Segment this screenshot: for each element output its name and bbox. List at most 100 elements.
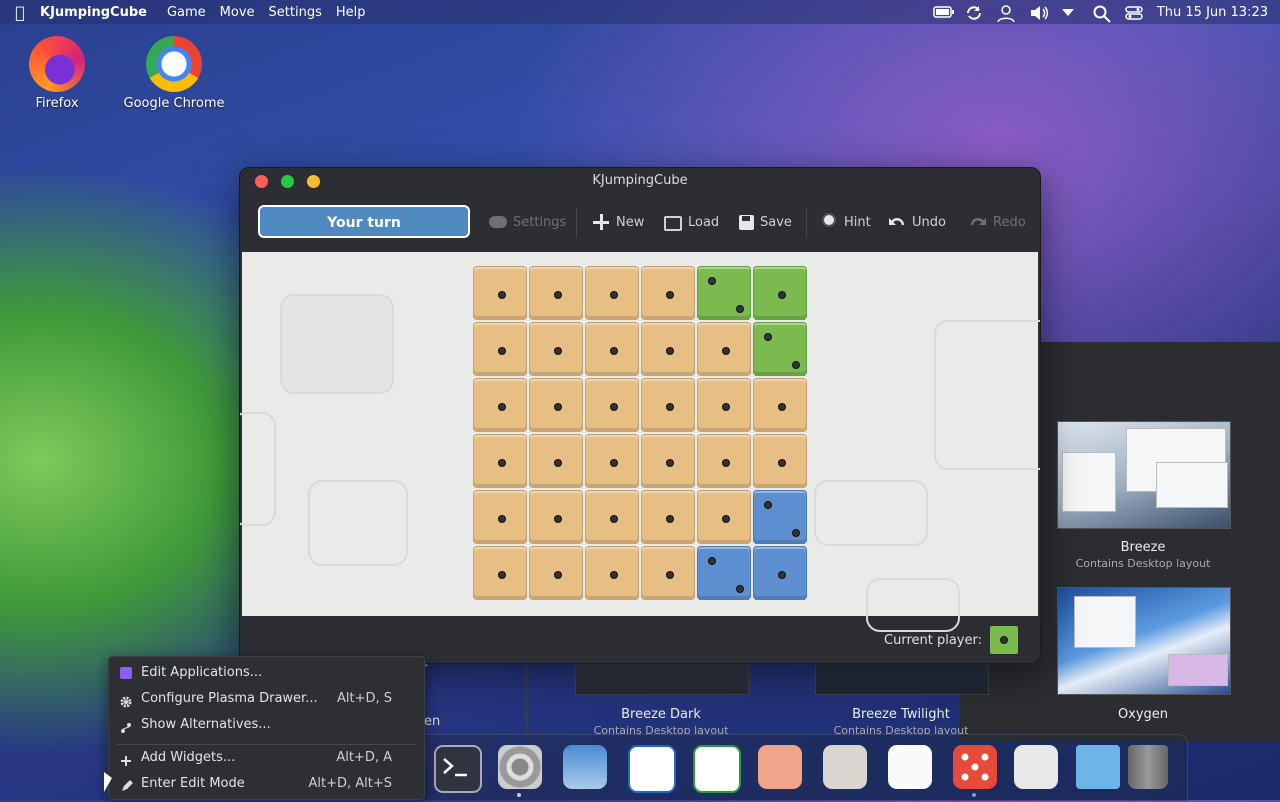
cube-cell-r1c6[interactable] [753, 266, 807, 320]
turn-indicator-button[interactable]: Your turn [258, 205, 470, 238]
chevron-down-icon[interactable] [1061, 5, 1079, 19]
dice-game-icon[interactable] [953, 745, 997, 789]
cube-cell-r6c1[interactable] [473, 546, 527, 600]
drawing-icon[interactable] [758, 745, 802, 789]
cube-cell-r4c1[interactable] [473, 434, 527, 488]
desktop-icon-firefox[interactable]: Firefox [2, 36, 112, 111]
screenshot-icon[interactable] [563, 745, 607, 789]
spreadsheet-icon[interactable] [693, 745, 741, 793]
terminal-icon[interactable] [434, 745, 482, 793]
menu-item-edit-applications[interactable]: Edit Applications... [109, 661, 424, 685]
desktop-icon-chrome[interactable]: Google Chrome [119, 36, 229, 111]
mouse-cursor [104, 772, 112, 792]
cube-cell-r6c2[interactable] [529, 546, 583, 600]
background-decoration [814, 480, 928, 546]
cube-cell-r3c1[interactable] [473, 378, 527, 432]
cube-cell-r2c4[interactable] [641, 322, 695, 376]
hint-button[interactable]: Hint [820, 210, 871, 234]
background-decoration [934, 320, 1040, 470]
load-button[interactable]: Load [664, 210, 719, 234]
cube-cell-r5c6[interactable] [753, 490, 807, 544]
text-editor-icon[interactable] [888, 745, 932, 789]
update-icon[interactable] [965, 5, 983, 20]
settings-button[interactable]: Settings [489, 210, 566, 234]
pip [764, 333, 772, 341]
pip [666, 291, 674, 299]
save-button[interactable]: Save [739, 210, 792, 234]
undo-button[interactable]: Undo [888, 210, 946, 234]
cube-cell-r1c3[interactable] [585, 266, 639, 320]
running-indicator [517, 793, 521, 797]
cube-cell-r3c3[interactable] [585, 378, 639, 432]
menu-item-configure-drawer[interactable]: Configure Plasma Drawer... Alt+D, S [109, 687, 424, 711]
cube-cell-r6c6[interactable] [753, 546, 807, 600]
menu-item-shortcut: Alt+D, A [336, 750, 392, 765]
cube-cell-r4c5[interactable] [697, 434, 751, 488]
pip [736, 585, 744, 593]
search-icon[interactable] [1093, 5, 1111, 23]
cube-cell-r2c6[interactable] [753, 322, 807, 376]
cube-cell-r5c4[interactable] [641, 490, 695, 544]
settings-icon [489, 216, 507, 228]
pip [1000, 636, 1008, 644]
menu-item-add-widgets[interactable]: Add Widgets... Alt+D, A [109, 746, 424, 770]
cube-cell-r6c3[interactable] [585, 546, 639, 600]
cube-cell-r1c1[interactable] [473, 266, 527, 320]
cube-cell-r6c5[interactable] [697, 546, 751, 600]
cube-cell-r2c3[interactable] [585, 322, 639, 376]
volume-icon[interactable] [1029, 5, 1048, 20]
theme-thumb-breeze[interactable] [1057, 421, 1231, 529]
cube-cell-r1c4[interactable] [641, 266, 695, 320]
theme-thumb-oxygen[interactable] [1057, 587, 1231, 695]
cube-cell-r3c6[interactable] [753, 378, 807, 432]
trash-icon[interactable] [1128, 745, 1168, 789]
cube-cell-r1c2[interactable] [529, 266, 583, 320]
menu-settings[interactable]: Settings [269, 5, 322, 20]
app-icon [120, 667, 132, 679]
user-icon[interactable] [997, 5, 1015, 23]
status-area: Thu 15 Jun 13:23 [933, 0, 1268, 24]
cube-cell-r4c6[interactable] [753, 434, 807, 488]
menu-item-label: Add Widgets... [141, 750, 236, 765]
menu-item-show-alternatives[interactable]: Show Alternatives... [109, 713, 424, 737]
cube-cell-r5c1[interactable] [473, 490, 527, 544]
control-center-icon[interactable] [1125, 5, 1143, 20]
window-title: KJumpingCube [592, 173, 688, 188]
menu-item-shortcut: Alt+D, Alt+S [308, 776, 392, 791]
active-app-name[interactable]: KJumpingCube [40, 5, 147, 20]
hint-label: Hint [844, 214, 871, 230]
menu-game[interactable]: Game [167, 5, 206, 20]
menu-help[interactable]: Help [336, 5, 366, 20]
cube-grid [473, 266, 807, 600]
apple-menu-icon[interactable]:  [0, 3, 40, 22]
cube-cell-r5c2[interactable] [529, 490, 583, 544]
redo-button[interactable]: Redo [969, 210, 1026, 234]
cube-cell-r5c5[interactable] [697, 490, 751, 544]
calculator-icon[interactable] [1014, 745, 1058, 789]
pip [736, 305, 744, 313]
cube-cell-r3c4[interactable] [641, 378, 695, 432]
cube-cell-r2c5[interactable] [697, 322, 751, 376]
writer-icon[interactable] [628, 745, 676, 793]
cube-cell-r4c2[interactable] [529, 434, 583, 488]
cube-cell-r2c2[interactable] [529, 322, 583, 376]
chrome-icon [146, 36, 202, 92]
pip [722, 459, 730, 467]
new-game-button[interactable]: New [592, 210, 644, 234]
clock[interactable]: Thu 15 Jun 13:23 [1157, 5, 1268, 20]
downloads-folder-icon[interactable] [1076, 745, 1120, 789]
pip [610, 571, 618, 579]
menu-move[interactable]: Move [220, 5, 255, 20]
cube-cell-r3c2[interactable] [529, 378, 583, 432]
cube-cell-r4c3[interactable] [585, 434, 639, 488]
cube-cell-r3c5[interactable] [697, 378, 751, 432]
cube-cell-r4c4[interactable] [641, 434, 695, 488]
cube-cell-r5c3[interactable] [585, 490, 639, 544]
cube-cell-r1c5[interactable] [697, 266, 751, 320]
cube-cell-r6c4[interactable] [641, 546, 695, 600]
cube-cell-r2c1[interactable] [473, 322, 527, 376]
menu-item-enter-edit-mode[interactable]: Enter Edit Mode Alt+D, Alt+S [109, 772, 424, 796]
system-settings-icon[interactable] [498, 745, 542, 789]
cassette-icon[interactable] [823, 745, 867, 789]
battery-icon[interactable] [933, 5, 954, 19]
